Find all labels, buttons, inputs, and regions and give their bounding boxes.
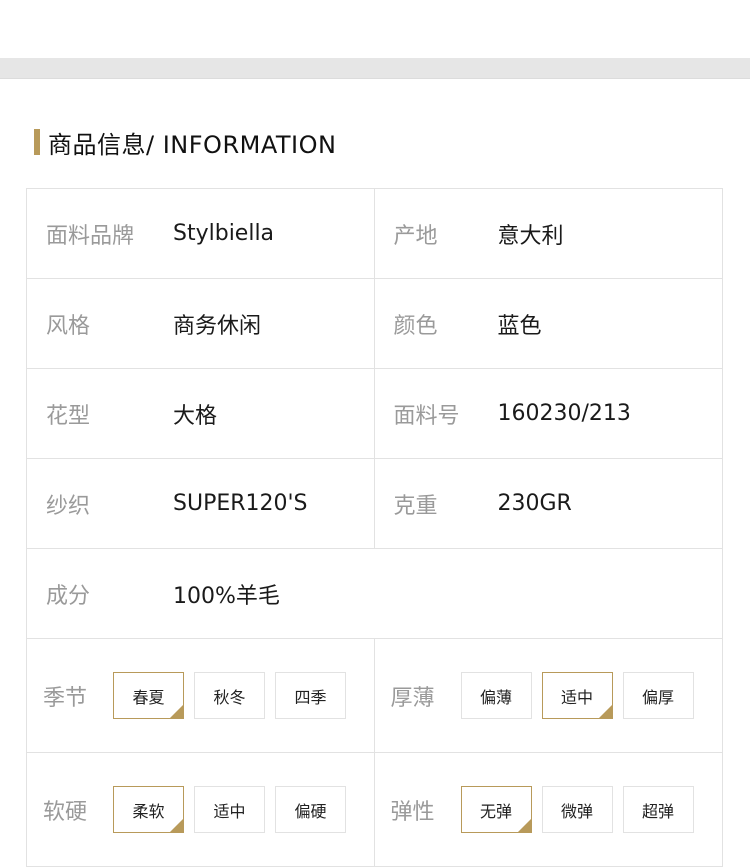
field-label: 产地 <box>393 223 438 249</box>
elasticity-options: 无弹 微弹 超弹 <box>460 786 694 833</box>
info-cell-color: 颜色 蓝色 <box>375 279 723 368</box>
field-label: 成分 <box>46 583 91 609</box>
info-cell-composition: 成分 100%羊毛 <box>27 549 723 638</box>
product-info-table: 面料品牌 Stylbiella 产地 意大利 风格 商务休闲 颜色 蓝色 花型 … <box>26 188 723 867</box>
elasticity-option-high[interactable]: 超弹 <box>622 786 694 833</box>
option-label: 柔软 <box>132 801 165 821</box>
thickness-option-medium[interactable]: 适中 <box>541 672 613 719</box>
selected-corner-icon <box>517 819 531 832</box>
hardness-option-soft[interactable]: 柔软 <box>113 786 184 833</box>
info-cell-pattern: 花型 大格 <box>27 369 375 458</box>
option-label: 微弹 <box>560 801 593 821</box>
field-value: 大格 <box>173 403 218 429</box>
attr-label: 季节 <box>43 685 88 711</box>
selected-corner-icon <box>170 705 183 718</box>
info-cell-origin: 产地 意大利 <box>375 189 723 278</box>
field-label: 纱织 <box>46 493 91 519</box>
field-value: Stylbiella <box>173 221 275 246</box>
option-label: 四季 <box>294 687 327 707</box>
field-value: SUPER120'S <box>173 491 308 516</box>
thickness-option-thick[interactable]: 偏厚 <box>622 672 694 719</box>
attr-cell-hardness: 软硬 柔软 适中 偏硬 <box>27 753 375 866</box>
hardness-option-hard[interactable]: 偏硬 <box>275 786 346 833</box>
season-option-all-season[interactable]: 四季 <box>275 672 346 719</box>
option-label: 偏硬 <box>294 801 327 821</box>
option-label: 适中 <box>560 687 593 707</box>
info-cell-yarn-count: 纱织 SUPER120'S <box>27 459 375 548</box>
option-label: 春夏 <box>132 687 165 707</box>
section-title: 商品信息/ INFORMATION <box>48 130 337 159</box>
season-option-autumn-winter[interactable]: 秋冬 <box>194 672 265 719</box>
attr-label: 厚薄 <box>390 685 435 711</box>
elasticity-option-none[interactable]: 无弹 <box>460 786 532 833</box>
table-row: 成分 100%羊毛 <box>27 549 723 639</box>
option-label: 秋冬 <box>213 687 246 707</box>
field-label: 花型 <box>46 403 91 429</box>
thickness-option-thin[interactable]: 偏薄 <box>460 672 532 719</box>
top-bar <box>0 0 750 58</box>
field-value: 蓝色 <box>497 313 542 339</box>
option-label: 偏厚 <box>641 687 674 707</box>
hardness-options: 柔软 适中 偏硬 <box>113 786 346 833</box>
attr-cell-thickness: 厚薄 偏薄 适中 偏厚 <box>375 639 723 752</box>
field-value: 商务休闲 <box>173 313 262 339</box>
info-cell-fabric-brand: 面料品牌 Stylbiella <box>27 189 375 278</box>
section-header: 商品信息/ INFORMATION <box>34 126 337 159</box>
selected-corner-icon <box>598 705 612 718</box>
season-option-spring-summer[interactable]: 春夏 <box>113 672 184 719</box>
option-label: 偏薄 <box>479 687 512 707</box>
field-label: 颜色 <box>393 313 438 339</box>
title-accent-bar <box>34 129 40 155</box>
table-row: 纱织 SUPER120'S 克重 230GR <box>27 459 723 549</box>
info-cell-weight: 克重 230GR <box>375 459 723 548</box>
field-value: 意大利 <box>497 223 564 249</box>
table-row: 花型 大格 面料号 160230/213 <box>27 369 723 459</box>
attr-cell-season: 季节 春夏 秋冬 四季 <box>27 639 375 752</box>
selected-corner-icon <box>170 819 183 832</box>
section-divider <box>0 58 750 79</box>
table-row: 软硬 柔软 适中 偏硬 弹性 无弹 微弹 超弹 <box>27 753 723 867</box>
elasticity-option-slight[interactable]: 微弹 <box>541 786 613 833</box>
field-value: 160230/213 <box>497 401 631 426</box>
hardness-option-medium[interactable]: 适中 <box>194 786 265 833</box>
field-label: 风格 <box>46 313 91 339</box>
table-row: 季节 春夏 秋冬 四季 厚薄 偏薄 适中 偏厚 <box>27 639 723 753</box>
field-label: 克重 <box>393 493 438 519</box>
option-label: 无弹 <box>479 801 512 821</box>
option-label: 超弹 <box>641 801 674 821</box>
attr-cell-elasticity: 弹性 无弹 微弹 超弹 <box>375 753 723 866</box>
season-options: 春夏 秋冬 四季 <box>113 672 346 719</box>
table-row: 风格 商务休闲 颜色 蓝色 <box>27 279 723 369</box>
info-cell-style: 风格 商务休闲 <box>27 279 375 368</box>
attr-label: 弹性 <box>390 799 435 825</box>
attr-label: 软硬 <box>43 799 88 825</box>
field-label: 面料品牌 <box>46 223 135 249</box>
field-value: 230GR <box>497 491 572 516</box>
field-label: 面料号 <box>393 403 460 429</box>
option-label: 适中 <box>213 801 246 821</box>
table-row: 面料品牌 Stylbiella 产地 意大利 <box>27 189 723 279</box>
info-cell-fabric-number: 面料号 160230/213 <box>375 369 723 458</box>
thickness-options: 偏薄 适中 偏厚 <box>460 672 694 719</box>
field-value: 100%羊毛 <box>173 583 280 609</box>
